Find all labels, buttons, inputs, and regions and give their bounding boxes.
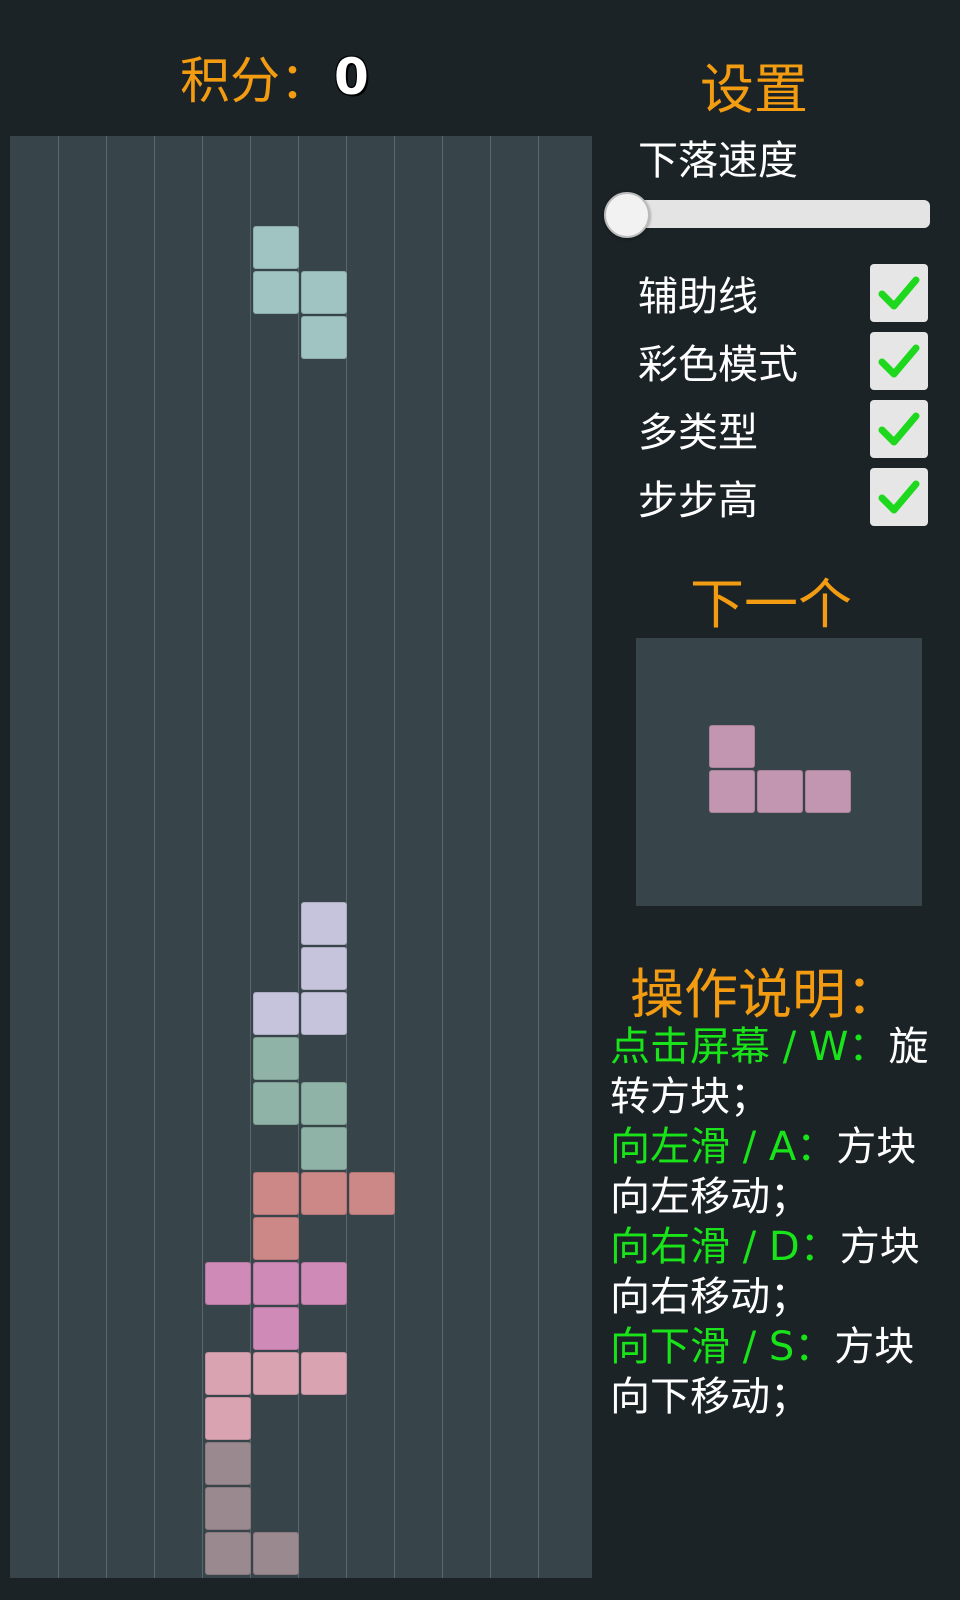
score-label: 积分： <box>180 52 330 110</box>
option-label: 彩色模式 <box>638 342 798 388</box>
stacked-block <box>301 902 347 945</box>
option-color-mode[interactable]: 彩色模式 <box>638 330 928 392</box>
color-mode-checkbox[interactable] <box>870 332 928 390</box>
instruction-key: 向下滑 / S： <box>610 1324 835 1370</box>
grid-line <box>58 136 59 1578</box>
stacked-block <box>301 1127 347 1170</box>
multi-type-checkbox[interactable] <box>870 400 928 458</box>
option-label: 步步高 <box>638 478 758 524</box>
option-step-up[interactable]: 步步高 <box>638 466 928 528</box>
falling-piece-block <box>253 226 299 269</box>
grid-line <box>490 136 491 1578</box>
grid-line <box>106 136 107 1578</box>
guide-lines-checkbox[interactable] <box>870 264 928 322</box>
checkmark-icon <box>878 344 920 378</box>
game-board[interactable] <box>10 136 592 1578</box>
grid-line <box>538 136 539 1578</box>
speed-label: 下落速度 <box>638 138 798 184</box>
score-display: 积分： 0 <box>180 42 369 112</box>
grid-line <box>154 136 155 1578</box>
next-piece-title: 下一个 <box>690 573 852 636</box>
next-piece-block <box>805 770 851 813</box>
option-label: 辅助线 <box>638 274 758 320</box>
settings-title: 设置 <box>700 58 808 121</box>
instructions-title: 操作说明： <box>630 963 900 1026</box>
instruction-key: 向右滑 / D： <box>610 1224 840 1270</box>
stacked-block <box>301 1262 347 1305</box>
falling-piece-block <box>253 271 299 314</box>
stacked-block <box>253 992 299 1035</box>
stacked-block <box>349 1172 395 1215</box>
stacked-block <box>301 1352 347 1395</box>
falling-piece-block <box>301 316 347 359</box>
checkmark-icon <box>878 276 920 310</box>
next-piece-block <box>709 725 755 768</box>
stacked-block <box>301 1172 347 1215</box>
checkmark-icon <box>878 412 920 446</box>
grid-line <box>442 136 443 1578</box>
stacked-block <box>205 1532 251 1575</box>
option-label: 多类型 <box>638 410 758 456</box>
grid-line <box>394 136 395 1578</box>
stacked-block <box>301 992 347 1035</box>
option-guide-lines[interactable]: 辅助线 <box>638 262 928 324</box>
stacked-block <box>253 1217 299 1260</box>
stacked-block <box>253 1172 299 1215</box>
speed-slider-handle[interactable] <box>604 192 650 238</box>
stacked-block <box>253 1037 299 1080</box>
instruction-key: 向左滑 / A： <box>610 1124 837 1170</box>
stacked-block <box>205 1262 251 1305</box>
instruction-key: 点击屏幕 / W： <box>610 1024 889 1070</box>
score-value: 0 <box>334 48 369 106</box>
stacked-block <box>205 1442 251 1485</box>
stacked-block <box>253 1082 299 1125</box>
stacked-block <box>205 1487 251 1530</box>
stacked-block <box>253 1532 299 1575</box>
stacked-block <box>253 1352 299 1395</box>
instructions-text: 点击屏幕 / W：旋转方块； 向左滑 / A：方块向左移动； 向右滑 / D：方… <box>610 1022 930 1422</box>
checkmark-icon <box>878 480 920 514</box>
stacked-block <box>205 1397 251 1440</box>
stacked-block <box>301 947 347 990</box>
falling-piece-block <box>301 271 347 314</box>
next-piece-block <box>757 770 803 813</box>
option-multi-type[interactable]: 多类型 <box>638 398 928 460</box>
next-piece-block <box>709 770 755 813</box>
speed-slider-track[interactable] <box>610 200 930 228</box>
next-piece-preview <box>636 638 922 906</box>
stacked-block <box>253 1262 299 1305</box>
step-up-checkbox[interactable] <box>870 468 928 526</box>
stacked-block <box>205 1352 251 1395</box>
stacked-block <box>301 1082 347 1125</box>
stacked-block <box>253 1307 299 1350</box>
grid-line <box>202 136 203 1578</box>
